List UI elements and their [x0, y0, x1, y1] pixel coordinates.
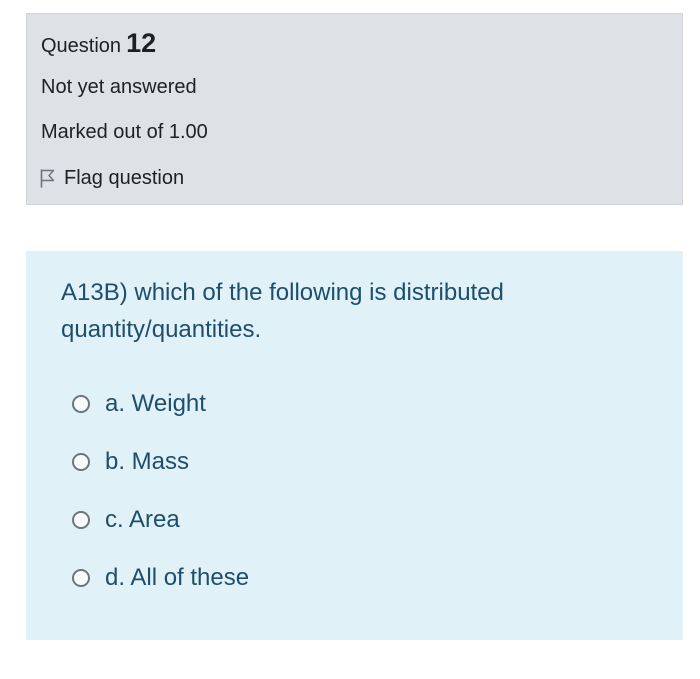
- answer-label-c[interactable]: c. Area: [105, 506, 180, 534]
- answer-option-a[interactable]: a. Weight: [72, 390, 206, 418]
- question-number-heading: Question 12: [41, 28, 156, 59]
- answer-label-b[interactable]: b. Mass: [105, 448, 189, 476]
- radio-button-c[interactable]: [72, 511, 90, 529]
- answer-option-d[interactable]: d. All of these: [72, 564, 249, 592]
- question-grade: Marked out of 1.00: [41, 121, 208, 143]
- radio-button-b[interactable]: [72, 453, 90, 471]
- radio-button-a[interactable]: [72, 395, 90, 413]
- flag-question-label: Flag question: [64, 166, 185, 189]
- flag-outline-icon: [40, 169, 55, 188]
- question-state: Not yet answered: [41, 76, 197, 98]
- question-info-panel: Question 12 Not yet answered Marked out o…: [26, 13, 683, 205]
- answer-option-c[interactable]: c. Area: [72, 506, 180, 534]
- question-formulation-panel: A13B) which of the following is distribu…: [26, 251, 683, 640]
- answer-label-d[interactable]: d. All of these: [105, 564, 249, 592]
- question-text: A13B) which of the following is distribu…: [61, 279, 504, 343]
- question-number: 12: [126, 28, 157, 58]
- question-label: Question: [41, 35, 122, 57]
- answer-option-b[interactable]: b. Mass: [72, 448, 189, 476]
- radio-button-d[interactable]: [72, 569, 90, 587]
- answer-label-a[interactable]: a. Weight: [105, 390, 206, 418]
- flag-question-button[interactable]: Flag question: [39, 165, 184, 191]
